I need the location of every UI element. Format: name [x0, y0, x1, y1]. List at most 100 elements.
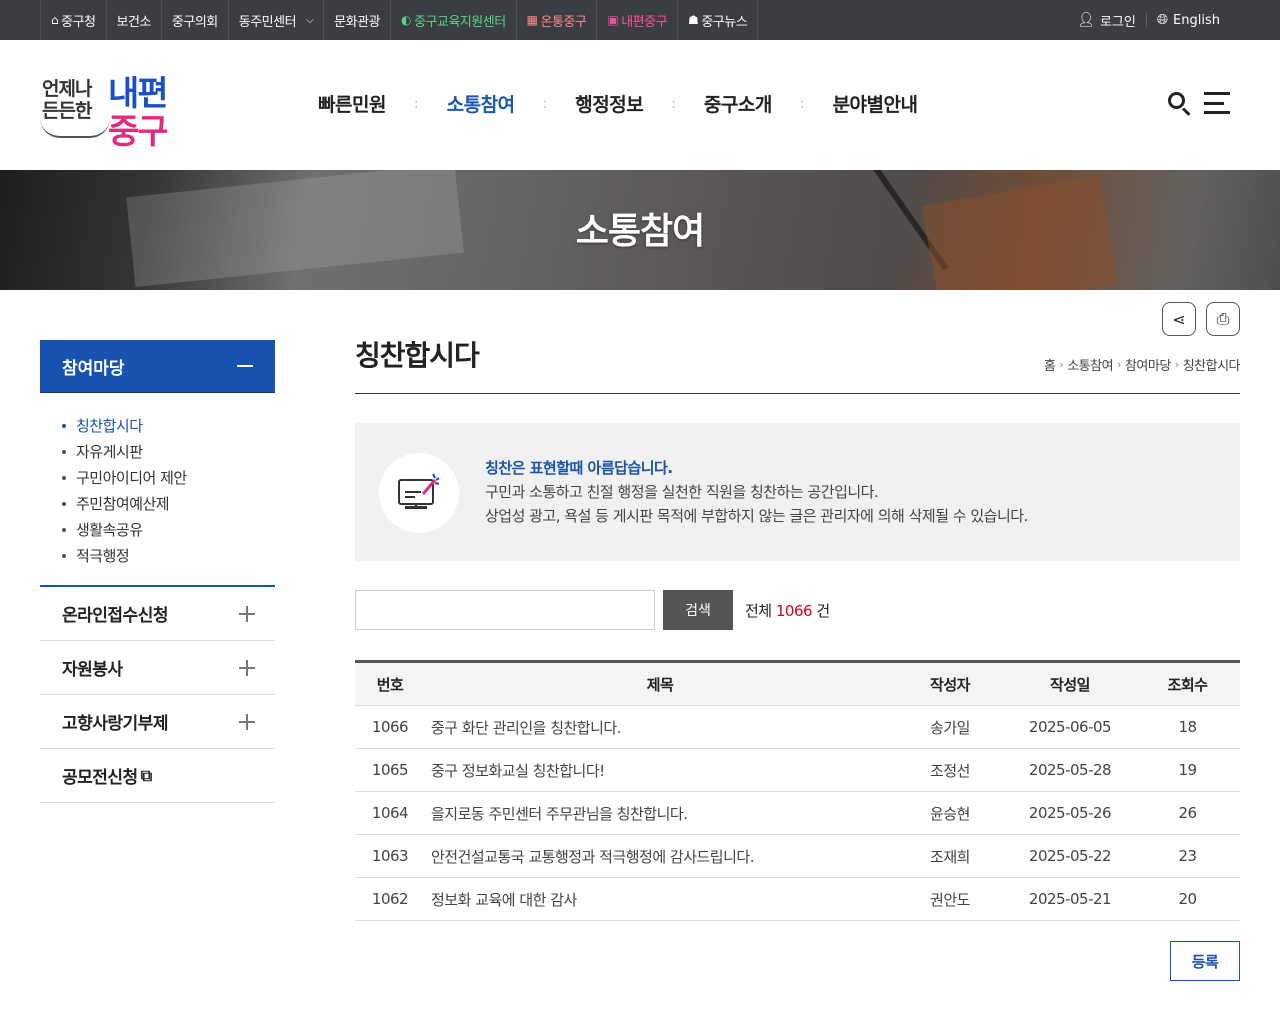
top-link[interactable]: ⌂ 중구청 — [40, 0, 106, 40]
print-button[interactable]: ⎙ — [1206, 302, 1240, 336]
nav-item[interactable]: 행정정보 — [575, 90, 643, 117]
breadcrumb-item[interactable]: 홈 — [1044, 355, 1056, 374]
top-link-label: 내편중구 — [621, 14, 668, 30]
table-cell: 2025-05-21 — [1005, 877, 1135, 921]
post-title-link[interactable]: 을지로동 주민센터 주무관님을 칭찬합니다. — [425, 791, 895, 835]
table-row[interactable]: 1062 정보화 교육에 대한 감사 권안도 2025-05-21 20 — [355, 877, 1240, 921]
table-cell: 권안도 — [895, 877, 1005, 921]
nav-separator: : — [413, 95, 419, 112]
sidebar-item[interactable]: 고향사랑기부제 — [40, 695, 275, 749]
english-label: English — [1173, 12, 1220, 28]
table-cell: 1065 — [355, 748, 425, 792]
table-cell: 18 — [1135, 705, 1240, 749]
top-link[interactable]: 보건소 — [105, 0, 161, 40]
total-count-value: 1066 — [775, 601, 813, 620]
table-cell: 1064 — [355, 791, 425, 835]
post-title-link[interactable]: 중구 화단 관리인을 칭찬합니다. — [425, 705, 895, 749]
table-cell: 2025-06-05 — [1005, 705, 1135, 749]
banner-title: 소통참여 — [575, 211, 705, 252]
post-title-link[interactable]: 중구 정보화교실 칭찬합니다! — [425, 748, 895, 792]
news-logo-icon: ☗ — [688, 13, 699, 27]
page-title: 칭찬합시다 — [355, 339, 480, 372]
share-button[interactable]: ⋖ — [1162, 302, 1196, 336]
nav-item[interactable]: 중구소개 — [704, 90, 772, 117]
post-title-link[interactable]: 안전건설교통국 교통행정과 적극행정에 감사드립니다. — [425, 834, 895, 878]
nav-item[interactable]: 소통참여 — [447, 90, 515, 117]
family-site-links: ⌂ 중구청 보건소 중구의회 동주민센터 ⌵ 문화관광 ◐ 중구교육지원센터 ▦ 온통중구 ▣ 내편중구… — [40, 0, 759, 40]
globe-icon: 🌐︎ — [1156, 12, 1169, 28]
chevron-down-icon: ⌵ — [306, 14, 314, 26]
login-label: 로그인 — [1099, 14, 1136, 30]
side-navigation: 참여마당 칭찬합시다 자유게시판 구민아이디어 제안 주민참여예산제 생활속공유 적극행정… — [40, 340, 275, 803]
share-icon: ⋖ — [1172, 309, 1186, 329]
sidebar-item-label: 온라인접수신청 — [62, 606, 168, 626]
sidebar-item[interactable]: 온라인접수신청 — [40, 587, 275, 641]
notice-line: 구민과 소통하고 친절 행정을 실천한 직원을 칭찬하는 공간입니다. — [485, 483, 879, 501]
total-count: 전체 1066 건 — [745, 601, 830, 620]
column-header: 번호 — [355, 660, 425, 706]
table-row[interactable]: 1066 중구 화단 관리인을 칭찬합니다. 송가일 2025-06-05 18 — [355, 705, 1240, 749]
nav-item[interactable]: 빠른민원 — [318, 90, 386, 117]
sidebar-item-contest[interactable]: 공모전신청 ⧉ — [40, 749, 275, 803]
nav-separator: : — [799, 95, 805, 112]
search-icon[interactable] — [1166, 90, 1192, 116]
expand-icon — [239, 605, 255, 622]
nav-separator: : — [542, 95, 548, 112]
top-link-label: 중구의회 — [171, 14, 218, 30]
sidebar-head-participation[interactable]: 참여마당 — [40, 340, 275, 393]
top-link-label: 문화관광 — [334, 14, 380, 30]
expand-icon — [239, 659, 255, 676]
breadcrumb-item[interactable]: 소통참여 — [1067, 355, 1113, 374]
table-row[interactable]: 1064 을지로동 주민센터 주무관님을 칭찬합니다. 윤승현 2025-05-26 2… — [355, 791, 1240, 835]
collapse-icon — [237, 365, 253, 367]
search-input[interactable] — [355, 590, 655, 630]
login-link[interactable]: 👤︎ 로그인 — [1067, 11, 1146, 30]
table-row[interactable]: 1063 안전건설교통국 교통행정과 적극행정에 감사드립니다. 조재희 2025-0… — [355, 834, 1240, 878]
table-row[interactable]: 1065 중구 정보화교실 칭찬합니다! 조정선 2025-05-28 19 — [355, 748, 1240, 792]
table-cell: 윤승현 — [895, 791, 1005, 835]
table-cell: 1063 — [355, 834, 425, 878]
table-cell: 23 — [1135, 834, 1240, 878]
sidebar-sub-item[interactable]: 칭찬합시다 — [62, 413, 275, 439]
ontong-logo-icon: ▦ — [526, 13, 538, 27]
sidebar-item-label: 고향사랑기부제 — [62, 714, 168, 734]
top-link[interactable]: 동주민센터 ⌵ — [227, 0, 323, 40]
sidebar-sub-item[interactable]: 생활속공유 — [62, 517, 275, 543]
expand-icon — [239, 713, 255, 730]
table-cell: 1066 — [355, 705, 425, 749]
register-button[interactable]: 등록 — [1170, 941, 1240, 981]
chevron-right-icon: › — [1117, 358, 1121, 371]
top-link[interactable]: ▣ 내편중구 — [596, 0, 677, 40]
top-link[interactable]: ◐ 중구교육지원센터 — [390, 0, 516, 40]
breadcrumb-item[interactable]: 칭찬합시다 — [1183, 355, 1241, 374]
sidebar-sub-item[interactable]: 구민아이디어 제안 — [62, 465, 275, 491]
board-table: 번호 제목 작성자 작성일 조회수 1066 중구 화단 관리인을 칭찬합니다. 송가일 20… — [355, 660, 1240, 921]
english-link[interactable]: 🌐︎ English — [1147, 12, 1230, 28]
search-button[interactable]: 검색 — [663, 590, 733, 630]
top-link-label: 중구뉴스 — [701, 14, 748, 30]
site-logo[interactable]: 언제나 든든한 내편 중구 — [40, 66, 190, 152]
menu-icon[interactable] — [1204, 92, 1230, 114]
sidebar-sub-item[interactable]: 주민참여예산제 — [62, 491, 275, 517]
top-link-label: 동주민센터 — [238, 14, 297, 30]
site-header: 언제나 든든한 내편 중구 빠른민원: 소통참여: 행정정보: 중구소개: 분야별안내 — [0, 40, 1280, 170]
table-cell: 20 — [1135, 877, 1240, 921]
sidebar-sub-item[interactable]: 적극행정 — [62, 543, 275, 569]
education-center-logo-icon: ◐ — [401, 13, 411, 27]
top-link[interactable]: ☗ 중구뉴스 — [677, 0, 759, 40]
nav-item[interactable]: 분야별안내 — [833, 90, 918, 117]
top-link[interactable]: 문화관광 — [323, 0, 390, 40]
sidebar-item[interactable]: 자원봉사 — [40, 641, 275, 695]
top-link-label: 중구교육지원센터 — [413, 14, 506, 30]
breadcrumb-item[interactable]: 참여마당 — [1125, 355, 1171, 374]
table-cell: 조정선 — [895, 748, 1005, 792]
top-link-label: 보건소 — [116, 14, 152, 30]
sidebar-sub-item[interactable]: 자유게시판 — [62, 439, 275, 465]
section-banner: 소통참여 — [0, 170, 1280, 290]
top-link[interactable]: 중구의회 — [160, 0, 228, 40]
sidebar-head-label: 참여마당 — [62, 358, 125, 379]
table-header-row: 번호 제목 작성자 작성일 조회수 — [355, 660, 1240, 706]
top-link[interactable]: ▦ 온통중구 — [515, 0, 597, 40]
post-title-link[interactable]: 정보화 교육에 대한 감사 — [425, 877, 895, 921]
sidebar-sub-list: 칭찬합시다 자유게시판 구민아이디어 제안 주민참여예산제 생활속공유 적극행정 — [40, 393, 275, 587]
